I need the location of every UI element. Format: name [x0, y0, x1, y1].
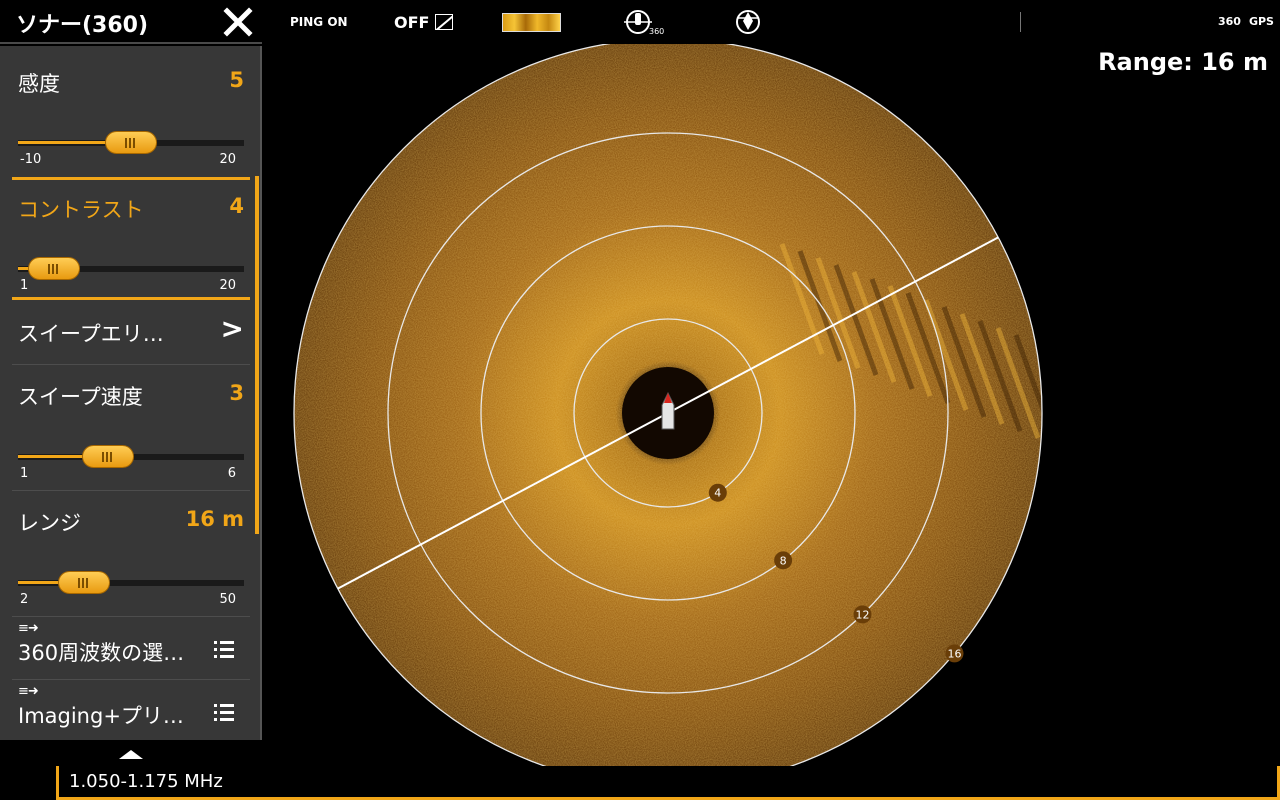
sweep-area-setting[interactable]: スイープエリ… > — [0, 302, 254, 364]
boat-view-button[interactable] — [734, 0, 762, 44]
slider-thumb[interactable] — [105, 131, 157, 154]
panel-title: ソナー(360) — [16, 13, 149, 38]
slider-thumb[interactable] — [82, 445, 135, 468]
scrollbar[interactable] — [255, 176, 259, 534]
transducer-360-icon: 360 — [624, 10, 664, 36]
range-slider[interactable] — [18, 571, 244, 594]
ping-toggle[interactable]: PING ON — [290, 0, 348, 44]
contrast-slider[interactable] — [18, 257, 244, 280]
sensitivity-value: 5 — [229, 68, 244, 92]
range-ring-label: 4 — [714, 487, 721, 500]
settings-panel: 感度 5 -10 20 コントラスト 4 1 20 スイープエリ… > スイープ… — [0, 46, 262, 740]
sweep-speed-label: スイープ速度 — [18, 385, 143, 409]
sensitivity-setting[interactable]: 感度 5 -10 20 — [0, 46, 254, 172]
transducer-360-button[interactable]: 360 — [624, 0, 668, 44]
list-menu-icon — [214, 704, 234, 721]
frequency-select-setting[interactable]: ≡➜ 360周波数の選… — [0, 617, 254, 679]
range-label: レンジ — [18, 511, 81, 535]
boat-view-icon — [736, 10, 760, 34]
chevron-up-icon — [119, 750, 143, 759]
sweep-speed-min: 1 — [20, 466, 29, 481]
sonar-off-icon — [435, 14, 454, 30]
sweep-speed-max: 6 — [227, 466, 236, 481]
chevron-right-icon: > — [220, 312, 244, 345]
imaging-preset-setting[interactable]: ≡➜ Imaging+プリ… — [0, 680, 254, 740]
imaging-preset-label: Imaging+プリ… — [18, 704, 184, 728]
sweep-speed-value: 3 — [229, 381, 244, 405]
status-360: 360 — [1218, 15, 1241, 28]
status-indicators: 360 GPS — [1218, 0, 1274, 44]
sonar-image: 4 8 12 16 — [293, 44, 1043, 766]
sensitivity-label: 感度 — [18, 72, 60, 96]
sonar-rings: 4 8 12 16 — [293, 44, 1043, 766]
range-min: 2 — [20, 592, 29, 607]
frequency-select-label: 360周波数の選… — [18, 641, 185, 665]
frequency-readout: 1.050-1.175 MHz — [56, 766, 1280, 800]
slider-thumb[interactable] — [27, 257, 80, 280]
range-ring-label: 16 — [948, 647, 962, 660]
range-setting[interactable]: レンジ 16 m 2 50 — [0, 491, 254, 617]
panel-header: ソナー(360) — [0, 0, 262, 44]
submenu-arrow-icon: ≡➜ — [18, 621, 39, 636]
range-value: 16 m — [185, 507, 244, 531]
range-ring-label: 8 — [780, 554, 787, 567]
contrast-label: コントラスト — [18, 198, 144, 222]
range-ring-label: 12 — [856, 608, 870, 621]
sensitivity-slider[interactable] — [18, 131, 244, 154]
contrast-min: 1 — [20, 278, 29, 293]
palette-button[interactable] — [502, 0, 561, 44]
list-menu-icon — [214, 641, 234, 658]
contrast-max: 20 — [219, 278, 236, 293]
sensitivity-max: 20 — [219, 152, 236, 167]
contrast-setting[interactable]: コントラスト 4 1 20 — [0, 180, 254, 300]
range-max: 50 — [219, 592, 236, 607]
nav-360-label: 360 — [649, 27, 664, 36]
off-toggle[interactable]: OFF — [394, 0, 454, 44]
contrast-value: 4 — [229, 194, 244, 218]
toolbar-divider — [1020, 12, 1021, 32]
frequency-label: 1.050-1.175 MHz — [69, 771, 223, 792]
slider-thumb[interactable] — [57, 571, 110, 594]
status-gps: GPS — [1248, 15, 1274, 28]
sonar-view[interactable]: 4 8 12 16 Range: 16 m — [262, 44, 1280, 766]
off-label: OFF — [394, 12, 430, 32]
palette-swatch-icon — [502, 12, 561, 32]
range-readout: Range: 16 m — [1098, 48, 1268, 76]
close-icon[interactable] — [222, 6, 254, 38]
sweep-speed-slider[interactable] — [18, 445, 244, 468]
sweep-area-label: スイープエリ… — [18, 322, 164, 346]
sensitivity-min: -10 — [20, 152, 42, 167]
sweep-speed-setting[interactable]: スイープ速度 3 1 6 — [0, 365, 254, 491]
submenu-arrow-icon: ≡➜ — [18, 684, 39, 699]
ping-label: PING ON — [290, 15, 348, 29]
collapse-bar[interactable] — [0, 740, 262, 766]
selection-bottom-bar — [12, 297, 250, 300]
